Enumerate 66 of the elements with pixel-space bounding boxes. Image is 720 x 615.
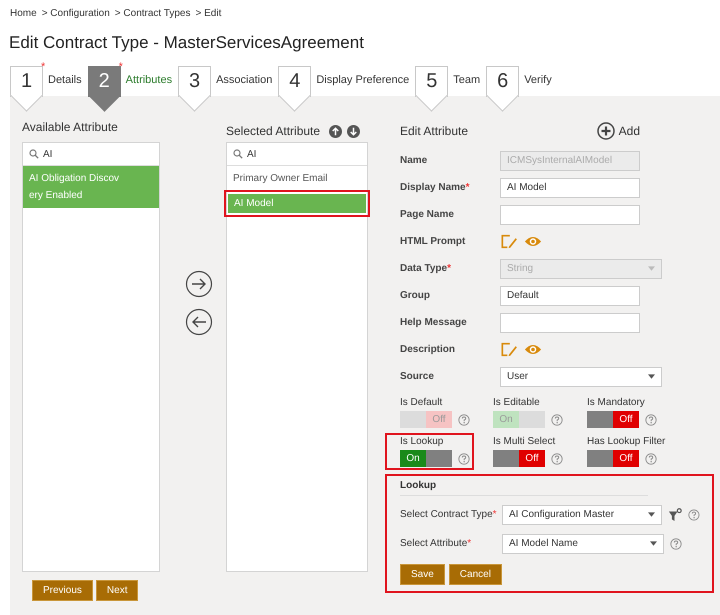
help-icon[interactable] bbox=[670, 538, 682, 550]
filter-settings-icon[interactable] bbox=[668, 508, 682, 522]
page-title: Edit Contract Type - MasterServicesAgreement bbox=[9, 33, 365, 53]
text-field[interactable]: AI Model bbox=[500, 178, 640, 198]
move-left-icon[interactable] bbox=[185, 308, 213, 336]
field-label: HTML Prompt bbox=[400, 236, 466, 247]
toggle-label: Is Multi Select bbox=[493, 436, 556, 447]
edit-icon[interactable] bbox=[500, 234, 518, 249]
field-label: Help Message bbox=[400, 317, 468, 328]
plus-icon bbox=[596, 122, 615, 140]
dropdown[interactable]: AI Configuration Master bbox=[502, 504, 662, 524]
field-label: Source bbox=[400, 371, 435, 382]
preview-eye-icon[interactable] bbox=[524, 342, 542, 357]
preview-eye-icon[interactable] bbox=[524, 234, 542, 249]
toggle-switch[interactable]: Off bbox=[587, 411, 639, 428]
text-field[interactable] bbox=[500, 204, 640, 224]
form-button[interactable]: Save bbox=[400, 564, 445, 585]
nav-button[interactable]: Next bbox=[96, 580, 138, 601]
dropdown[interactable]: AI Model Name bbox=[502, 534, 664, 554]
dropdown[interactable]: User bbox=[500, 366, 662, 386]
field-label: Display Name* bbox=[400, 182, 470, 193]
text-field[interactable] bbox=[500, 312, 640, 332]
caret-icon bbox=[648, 266, 655, 271]
toggle-switch[interactable]: On bbox=[400, 450, 452, 467]
toggle-label: Is Mandatory bbox=[587, 397, 646, 408]
help-icon[interactable] bbox=[688, 508, 700, 520]
search-icon bbox=[29, 149, 39, 159]
field-label: Group bbox=[400, 290, 431, 301]
help-icon[interactable] bbox=[551, 452, 563, 464]
section-heading: Edit Attribute bbox=[400, 124, 468, 138]
breadcrumb-link[interactable]: > Configuration bbox=[42, 8, 110, 19]
form-button[interactable]: Cancel bbox=[448, 564, 502, 585]
toggle-label: Is Editable bbox=[493, 397, 541, 408]
attribute-item[interactable]: Primary Owner Email bbox=[227, 166, 367, 191]
edit-icon[interactable] bbox=[500, 342, 518, 357]
field-label: Description bbox=[400, 344, 456, 355]
field-label: Select Contract Type* bbox=[400, 509, 496, 520]
add-button[interactable]: Add bbox=[596, 122, 640, 140]
help-icon[interactable] bbox=[645, 452, 657, 464]
caret-icon bbox=[648, 374, 655, 379]
search-icon bbox=[233, 149, 243, 159]
section-heading: Lookup bbox=[400, 480, 648, 496]
column-heading: Selected Attribute bbox=[226, 124, 320, 138]
move-down-icon[interactable] bbox=[347, 124, 360, 138]
breadcrumb-link[interactable]: > Edit bbox=[196, 8, 222, 19]
field-label: Page Name bbox=[400, 209, 455, 220]
nav-button[interactable]: Previous bbox=[32, 580, 93, 601]
column-heading: Available Attribute bbox=[22, 120, 119, 136]
move-right-icon[interactable] bbox=[185, 270, 213, 298]
toggle-label: Is Default bbox=[400, 397, 444, 408]
caret-icon bbox=[648, 512, 656, 517]
toggle-switch[interactable]: Off bbox=[587, 450, 639, 467]
toggle-switch[interactable]: Off bbox=[493, 450, 545, 467]
toggle-label: Is Lookup bbox=[400, 436, 444, 447]
breadcrumb-link[interactable]: > Contract Types bbox=[114, 8, 190, 19]
field-label: Select Attribute* bbox=[400, 538, 472, 549]
search-field[interactable]: AI bbox=[227, 143, 367, 166]
toggle-label: Has Lookup Filter bbox=[587, 436, 666, 447]
text-field[interactable]: Default bbox=[500, 286, 640, 306]
help-icon[interactable] bbox=[645, 414, 657, 426]
help-icon[interactable] bbox=[458, 452, 470, 464]
field-label: Data Type* bbox=[400, 263, 452, 274]
move-up-icon[interactable] bbox=[329, 124, 342, 138]
caret-icon bbox=[650, 541, 657, 546]
breadcrumb-link[interactable]: Home bbox=[10, 8, 37, 19]
field-label: Name bbox=[400, 155, 428, 166]
